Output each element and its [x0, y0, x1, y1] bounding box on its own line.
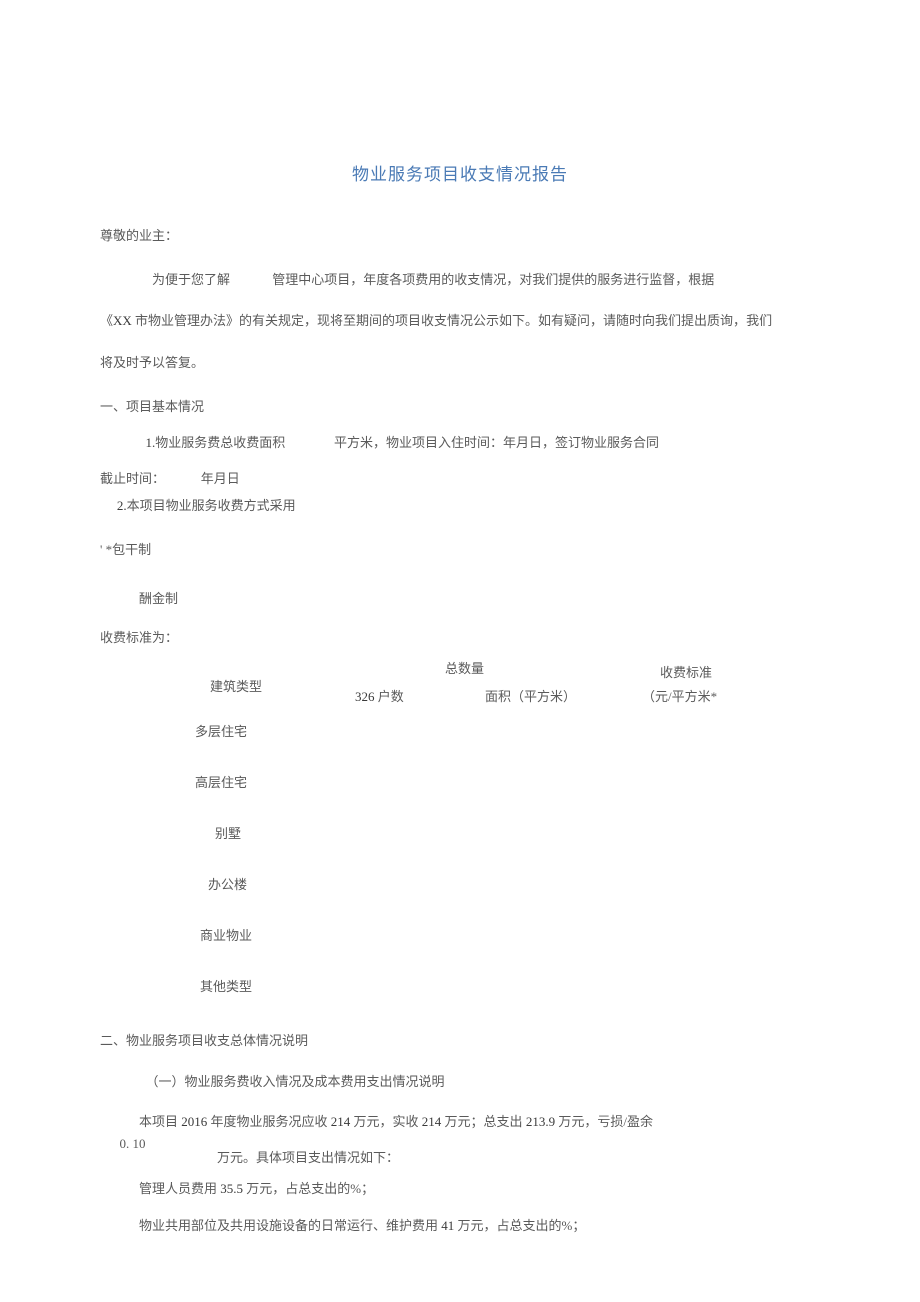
th-building-type: 建筑类型 — [210, 676, 262, 695]
sum-d: 万元；总支出 — [441, 1114, 526, 1129]
deadline-line: 截止时间： 年月日 — [100, 469, 820, 490]
th-unit: （元/平方米* — [642, 686, 717, 705]
sum-e: 万元， — [555, 1114, 597, 1129]
sum-v1: 214 — [331, 1114, 351, 1129]
item1-text: 物业服务费总收费面积 — [155, 435, 285, 450]
item2-num: 2. — [117, 498, 127, 513]
th-total-qty: 总数量 — [445, 658, 484, 677]
deadline-date: 年月日 — [201, 471, 240, 486]
item-1: 1.物业服务费总收费面积 平方米，物业项目入住时间：年月日，签订物业服务合同 — [146, 433, 821, 454]
deadline-label: 截止时间： — [100, 471, 165, 486]
exp1-a: 管理人员费用 — [139, 1181, 220, 1196]
fee-table: 建筑类型 总数量 326 户数 面积（平方米） 收费标准 （元/平方米* 多层住… — [100, 658, 820, 995]
th-area: 面积（平方米） — [485, 686, 576, 705]
table-row: 多层住宅 — [195, 721, 820, 740]
expense-line-2: 物业共用部位及共用设施设备的日常运行、维护费用 41 万元，占总支出的%； — [139, 1216, 820, 1237]
intro-line2: 《XX 市物业管理办法》的有关规定，现将至期间的项目收支情况公示如下。如有疑问，… — [100, 303, 820, 339]
table-row: 商业物业 — [200, 925, 820, 944]
balance-desc: 万元。具体项目支出情况如下： — [217, 1148, 820, 1169]
intro-part2: 管理中心项目，年度各项费用的收支情况， — [272, 272, 519, 287]
sum-v2: 214 — [422, 1114, 442, 1129]
sum-b: 年度物业服务况应收 — [207, 1114, 331, 1129]
th-households: 326 户数 — [355, 686, 404, 705]
summary-line: 本项目 2016 年度物业服务况应收 214 万元，实收 214 万元；总支出 … — [139, 1110, 820, 1133]
exp1-v: 35.5 — [220, 1181, 243, 1196]
intro-2a: 《 — [100, 313, 113, 328]
item1-text2: 平方米，物业项目入住时间：年月日，签订物业服务合同 — [334, 435, 659, 450]
table-row: 其他类型 — [200, 976, 820, 995]
intro-part1: 为便于您了解 — [152, 272, 230, 287]
exp2-a: 物业共用部位及共用设施设备的日常运行、维护费用 — [139, 1218, 441, 1233]
report-title: 物业服务项目收支情况报告 — [100, 160, 820, 185]
contract-system: ' *包干制 — [100, 539, 820, 558]
fee-standard-label: 收费标准为： — [100, 627, 820, 646]
intro-paragraph: 为便于您了解 管理中心项目，年度各项费用的收支情况，对我们提供的服务进行监督，根… — [100, 262, 820, 298]
table-row: 别墅 — [215, 823, 820, 842]
item2-text: 本项目物业服务收费方式采用 — [127, 498, 296, 513]
sum-v3: 213.9 — [526, 1114, 555, 1129]
table-row: 办公楼 — [208, 874, 820, 893]
item1-num: 1. — [146, 435, 156, 450]
expense-line-1: 管理人员费用 35.5 万元，占总支出的%； — [139, 1179, 820, 1200]
item-2: 2.本项目物业服务收费方式采用 — [117, 496, 820, 517]
intro-2d: 我们 — [746, 313, 772, 328]
intro-2c: 市物业管理办法》的有关规定，现将至期间的项目收支情况公示如下。如有疑问，请随时向… — [132, 313, 746, 328]
households-num: 326 — [355, 689, 375, 704]
sum-f: 亏损/盈余 — [597, 1114, 653, 1129]
exp2-b: 万元，占总支出的%； — [454, 1218, 585, 1233]
intro-line3: 将及时予以答复。 — [100, 345, 820, 381]
intro-2b: XX — [113, 313, 132, 328]
sum-c: 万元，实收 — [350, 1114, 422, 1129]
table-row: 高层住宅 — [195, 772, 820, 791]
th-fee-standard: 收费标准 — [660, 662, 712, 681]
section-1-heading: 一、项目基本情况 — [100, 396, 820, 415]
reward-system: 酬金制 — [139, 588, 820, 607]
section-2-heading: 二、物业服务项目收支总体情况说明 — [100, 1030, 820, 1049]
sum-year: 2016 — [181, 1114, 207, 1129]
exp2-v: 41 — [441, 1218, 454, 1233]
subsection-heading: （一）物业服务费收入情况及成本费用支出情况说明 — [146, 1071, 821, 1090]
salutation: 尊敬的业主： — [100, 225, 820, 244]
exp1-b: 万元，占总支出的%； — [243, 1181, 374, 1196]
households-label: 户数 — [375, 689, 404, 704]
intro-part3: 对我们提供的服务进行监督，根据 — [519, 272, 714, 287]
sum-a: 本项目 — [139, 1114, 181, 1129]
